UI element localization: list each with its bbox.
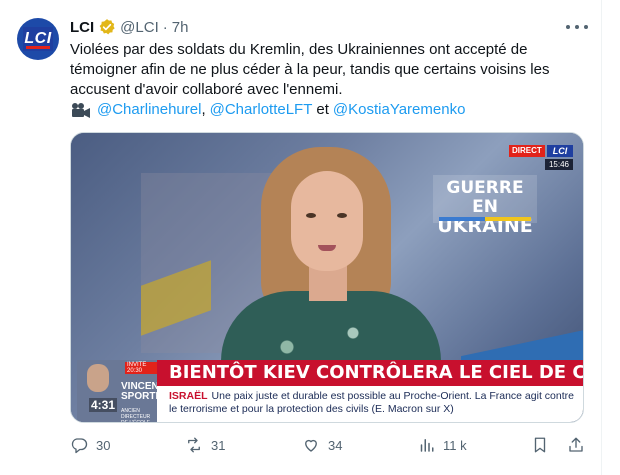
mention-joiner: et	[316, 101, 329, 118]
views-count: 11 k	[443, 437, 467, 453]
share-button[interactable]	[567, 434, 593, 456]
video-timer: 4:31	[89, 398, 118, 412]
mention-link-3[interactable]: @KostiaYaremenko	[333, 100, 466, 120]
mention-link-2[interactable]: @CharlotteLFT	[210, 100, 313, 120]
ticker-keyword: ISRAËL	[169, 390, 208, 402]
tweet-actions: 30 31 34 11 k	[70, 434, 585, 456]
news-banner: INVITE 20:30 VINCENT SPORTES 4:31 ANCIEN…	[71, 360, 583, 423]
channel-corner-logo: DIRECT LCI 15:46	[509, 145, 573, 171]
reply-button[interactable]: 30	[70, 434, 110, 456]
anchor-eye	[306, 213, 316, 218]
tweet-media-video[interactable]: DIRECT LCI 15:46 GUERRE EN UKRAINE INVIT…	[70, 132, 584, 423]
heart-icon	[305, 439, 317, 452]
program-title-line1: GUERRE EN	[446, 178, 524, 217]
tweet-timestamp[interactable]: 7h	[172, 19, 189, 36]
author-avatar[interactable]: LCI	[17, 18, 59, 60]
anchor-eye	[337, 213, 347, 218]
inset-live-tag: INVITE 20:30	[125, 362, 157, 374]
mention-comma: ,	[201, 101, 206, 118]
ticker-text: Une paix juste et durable est possible a…	[169, 390, 574, 415]
more-dot	[566, 25, 570, 29]
mention-link-1[interactable]: @Charlinehurel	[97, 100, 201, 120]
program-title: GUERRE EN UKRAINE	[433, 175, 537, 236]
tweet-text: Violées par des soldats du Kremlin, des …	[70, 41, 550, 98]
reply-count: 30	[96, 437, 111, 453]
program-title-stripe	[439, 217, 531, 221]
headline-bar: BIENTÔT KIEV CONTRÔLERA LE CIEL DE CRIMÉ…	[157, 360, 583, 386]
guest-head	[87, 364, 109, 392]
bookmark-button[interactable]	[531, 434, 557, 456]
views-button[interactable]: 11 k	[417, 434, 467, 456]
channel-logo: LCI	[547, 145, 573, 157]
movie-camera-icon	[72, 103, 90, 118]
more-options-icon[interactable]	[566, 19, 588, 35]
guest-caption: ANCIEN DIRECTEUR DE L'ÉCOLE DE GUERRE	[121, 408, 151, 423]
author-handle[interactable]: @LCI	[120, 19, 159, 36]
avatar-logo-text: LCI	[24, 30, 52, 47]
share-upload-icon	[569, 437, 583, 452]
meta-separator: ·	[162, 18, 168, 36]
reply-icon	[71, 438, 88, 454]
like-button[interactable]: 34	[302, 434, 342, 456]
tweet-mentions: @Charlinehurel , @CharlotteLFT et @Kosti…	[70, 100, 465, 120]
more-dot	[575, 25, 579, 29]
repost-count: 31	[211, 437, 226, 453]
broadcast-clock: 15:46	[545, 159, 573, 170]
verified-gold-badge-icon	[99, 19, 115, 35]
author-name[interactable]: LCI	[70, 19, 94, 36]
views-bar-chart-icon	[420, 439, 434, 452]
repost-button[interactable]: 31	[185, 434, 225, 456]
repost-icon	[188, 437, 200, 453]
avatar-logo-underline	[26, 46, 50, 49]
more-dot	[584, 25, 588, 29]
like-count: 34	[328, 437, 343, 453]
tweet-card[interactable]: LCI LCI @LCI · 7h Violées par des soldat…	[0, 0, 602, 475]
anchor-face	[291, 171, 363, 271]
direct-label: DIRECT	[509, 145, 545, 157]
tweet-header: LCI @LCI · 7h	[70, 17, 188, 37]
bookmark-icon	[534, 437, 546, 453]
ticker-bar: ISRAËL Une paix juste et durable est poss…	[157, 386, 583, 422]
guest-inset: INVITE 20:30 VINCENT SPORTES 4:31 ANCIEN…	[77, 360, 169, 423]
right-gutter	[602, 0, 620, 475]
